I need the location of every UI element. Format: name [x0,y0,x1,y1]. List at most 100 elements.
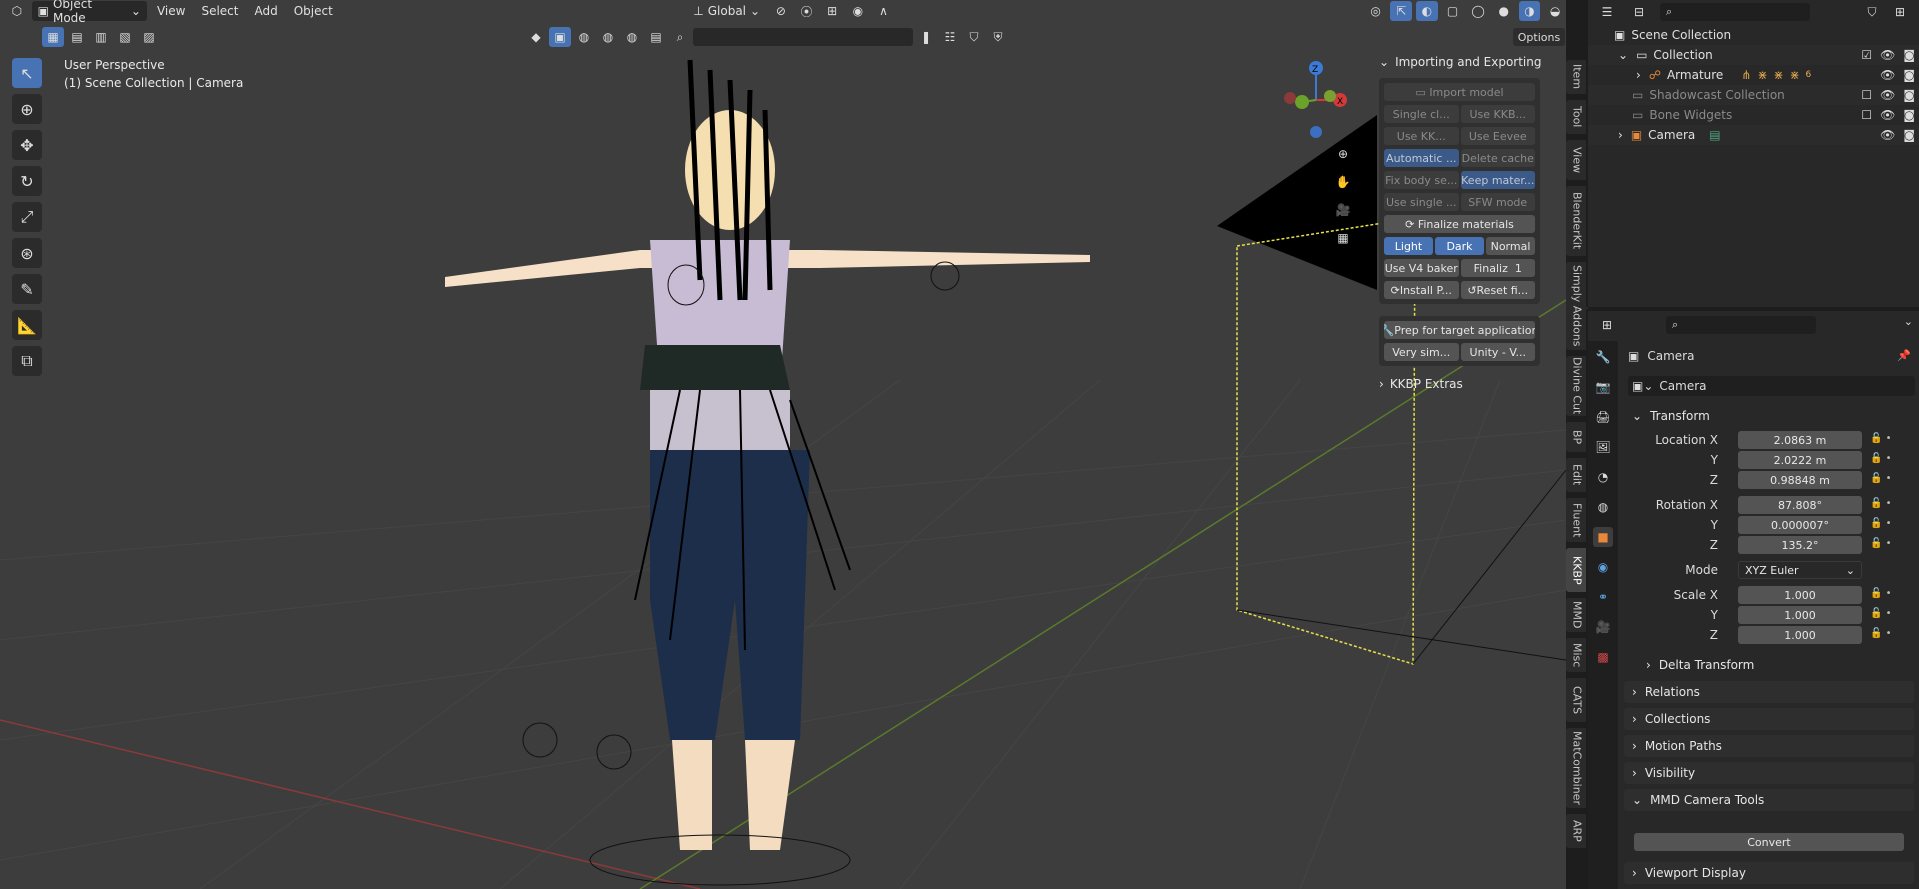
checkbox-icon[interactable]: ☐ [1861,108,1872,122]
gizmo-icon[interactable]: ⇱ [1390,1,1413,21]
tool-tab-icon[interactable]: 🔧 [1593,347,1613,367]
import-model-button[interactable]: ▭ Import model [1384,83,1535,101]
relations-panel-header[interactable]: › Relations [1624,681,1914,703]
object-tab-icon[interactable]: ■ [1593,527,1613,547]
use-v4-baker-toggle[interactable]: Use V4 baker [1384,259,1459,277]
camera-view-icon[interactable]: 🎥 [1332,200,1354,220]
use-single-toggle[interactable]: Use single ... [1384,193,1459,211]
physics-tab-icon[interactable]: ◉ [1593,557,1613,577]
lock-icon[interactable]: 🔓 • [1870,453,1892,464]
camera-icon[interactable]: ◙ [1903,88,1915,102]
scale-z-field[interactable]: 1.000 [1738,626,1862,644]
output-tab-icon[interactable]: 🖨 [1593,407,1613,427]
menu-select[interactable]: Select [195,1,244,21]
scale-x-field[interactable]: 1.000 [1738,586,1862,604]
3d-viewport[interactable]: ⬡ ▣ Object Mode ⌄ View Select Add Object… [0,0,1566,889]
tab-divine-cut[interactable]: Divine Cut [1566,356,1588,416]
outliner-item-camera[interactable]: › ▣ Camera ▤ 👁 ◙ [1588,125,1919,145]
automatic-toggle[interactable]: Automatic ... [1384,149,1459,167]
rotate-tool-icon[interactable]: ↻ [12,166,42,196]
lock-icon[interactable]: 🔓 • [1870,433,1892,444]
editor-type-icon[interactable]: ⬡ [6,1,28,21]
measure-tool-icon[interactable]: 📐 [12,310,42,340]
shading-icon-c[interactable]: ◍ [621,27,643,47]
mmd-camera-tools-header[interactable]: ⌄ MMD Camera Tools [1624,789,1914,811]
convert-button[interactable]: Convert [1634,833,1904,851]
world-tab-icon[interactable]: ◍ [1593,497,1613,517]
editor-type-icon[interactable]: ⊞ [1596,315,1618,335]
pin-icon[interactable]: 📌 [1897,349,1911,362]
eye-icon[interactable]: 👁 [1880,108,1895,122]
menu-object[interactable]: Object [288,1,339,21]
select-new-icon[interactable]: ▦ [42,27,64,47]
sfw-mode-toggle[interactable]: SFW mode [1460,193,1535,211]
outliner-search-input[interactable]: ⌕ [1660,3,1810,21]
xray-icon[interactable]: ▢ [1442,1,1464,21]
select-intersect-icon[interactable]: ▨ [138,27,160,47]
install-button[interactable]: ⟳ Install P... [1384,281,1459,299]
shading-solid-icon[interactable]: ● [1493,1,1515,21]
color-icon[interactable]: ◆ [525,27,547,47]
tab-blenderkit[interactable]: BlenderKit [1566,186,1588,256]
tab-edit[interactable]: Edit [1566,458,1588,492]
tab-arp[interactable]: ARP [1566,814,1588,848]
outliner-item-shadowcast[interactable]: ▭ Shadowcast Collection ☐ 👁 ◙ [1588,85,1919,105]
select-tool-icon[interactable]: ↖ [12,58,42,88]
viewport-display-header[interactable]: › Viewport Display [1624,862,1914,884]
filter-icon[interactable]: ⛉ [1861,2,1883,22]
snap-target-icon[interactable]: ⊞ [821,1,843,21]
tab-mmd[interactable]: MMD [1566,598,1588,632]
shading-render-icon[interactable]: ◒ [1544,1,1566,21]
dark-button[interactable]: Dark [1435,237,1484,255]
outliner-item-armature[interactable]: › ☍ Armature ⋔⋇⋇⋇ 6 👁 ◙ [1588,65,1919,85]
shading-wire-icon[interactable]: ◯ [1467,1,1489,21]
camera-icon[interactable]: ◙ [1903,48,1915,62]
location-x-field[interactable]: 2.0863 m [1738,431,1862,449]
tab-cats[interactable]: CATS [1566,678,1588,722]
use-kkb-dropdown[interactable]: Use KKB... [1460,105,1535,123]
scene-tab-icon[interactable]: ◔ [1593,467,1613,487]
finalize-materials-button[interactable]: ⟳ Finalize materials [1384,215,1535,233]
importing-exporting-header[interactable]: ⌄ Importing and Exporting [1373,50,1546,74]
rotation-x-field[interactable]: 87.808° [1738,496,1862,514]
use-eevee-dropdown[interactable]: Use Eevee [1460,127,1535,145]
eye-icon[interactable]: 👁 [1880,128,1895,142]
delete-cache-toggle[interactable]: Delete cache [1460,149,1535,167]
kkbp-extras-header[interactable]: › KKBP Extras [1373,372,1546,396]
rotation-z-field[interactable]: 135.2° [1738,536,1862,554]
light-button[interactable]: Light [1384,237,1433,255]
outliner-scene-collection[interactable]: ▣ Scene Collection [1588,25,1919,45]
visibility-icon[interactable]: ◎ [1365,1,1387,21]
prep-simplify-dropdown[interactable]: Very sim... [1384,343,1459,361]
cursor-tool-icon[interactable]: ⊕ [12,94,42,124]
eye-icon[interactable]: 👁 [1880,48,1895,62]
add-cube-tool-icon[interactable]: ⧉ [12,346,42,376]
tab-kkbp[interactable]: KKBP [1566,548,1588,592]
normal-button[interactable]: Normal [1486,237,1535,255]
proportional-edit-icon[interactable]: ◉ [847,1,869,21]
tab-misc[interactable]: Misc [1566,638,1588,672]
tab-fluent[interactable]: Fluent [1566,498,1588,542]
shading-icon-a[interactable]: ◍ [573,27,595,47]
scale-y-field[interactable]: 1.000 [1738,606,1862,624]
chevron-down-icon[interactable]: ⌄ [1904,315,1913,328]
shading-icon-b[interactable]: ◍ [597,27,619,47]
lock-icon[interactable]: 🔓 • [1870,498,1892,509]
menu-add[interactable]: Add [248,1,283,21]
bookmark-icon[interactable]: ❚ [915,27,937,47]
reset-button[interactable]: ↺ Reset fi... [1460,281,1535,299]
render-tab-icon[interactable]: 📷 [1593,377,1613,397]
prep-target-button[interactable]: 🔧 Prep for target application [1384,321,1535,339]
annotate-tool-icon[interactable]: ✎ [12,274,42,304]
editor-type-icon[interactable]: ☰ [1596,2,1618,22]
select-extend-icon[interactable]: ▤ [66,27,88,47]
mode-box-icon[interactable]: ▣ [549,27,571,47]
zoom-icon[interactable]: ⊕ [1332,144,1354,164]
texture-tab-icon[interactable]: ▩ [1593,647,1613,667]
delta-transform-header[interactable]: › Delta Transform [1638,654,1914,676]
shield-icon[interactable]: ⛨ [987,27,1009,47]
snap-icon[interactable]: ⦿ [796,1,818,21]
tab-bp[interactable]: BP [1566,422,1588,452]
tab-matcombiner[interactable]: MatCombiner [1566,728,1588,808]
transform-panel-header[interactable]: ⌄ Transform [1624,405,1914,427]
